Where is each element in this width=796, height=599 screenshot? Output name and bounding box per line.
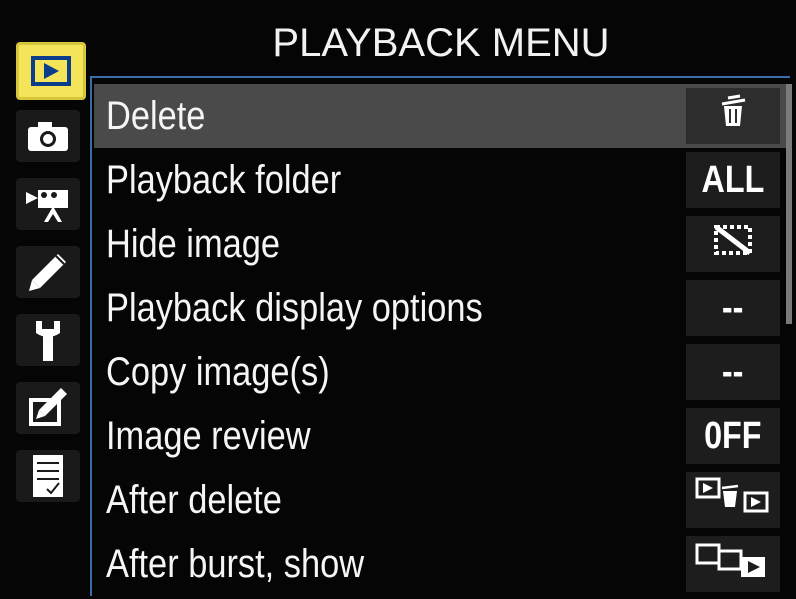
- menu-item-label: Playback folder: [106, 158, 342, 202]
- menu-item-value: [686, 536, 780, 592]
- menu-item-label: Playback display options: [106, 286, 483, 330]
- menu-scrollbar[interactable]: [786, 84, 792, 324]
- retouch-tab[interactable]: [16, 382, 80, 434]
- menu-item-after-burst-show[interactable]: After burst, show: [94, 532, 788, 596]
- my-menu-tab[interactable]: [16, 450, 80, 502]
- custom-settings-tab[interactable]: [16, 246, 80, 298]
- menu-item-value: 0FF: [686, 408, 780, 464]
- after-delete-icon: [693, 475, 773, 525]
- menu-item-value: ALL: [686, 152, 780, 208]
- menu-item-value: [686, 472, 780, 528]
- after-burst-icon: [693, 539, 773, 589]
- trash-icon: [718, 94, 748, 138]
- pencil-tab-icon: [26, 250, 70, 294]
- menu-frame-top: [90, 76, 790, 78]
- menu-title: PLAYBACK MENU: [272, 21, 610, 65]
- my-menu-tab-icon: [27, 453, 69, 499]
- menu-item-value: [686, 216, 780, 272]
- menu-item-label: Copy image(s): [106, 350, 330, 394]
- playback-menu-list: Delete Playback folder ALL Hide image Pl…: [94, 84, 788, 599]
- playback-tab[interactable]: [16, 42, 86, 100]
- menu-item-hide-image[interactable]: Hide image: [94, 212, 788, 276]
- menu-item-value: --: [686, 280, 780, 336]
- retouch-tab-icon: [25, 386, 71, 430]
- movie-tab[interactable]: [16, 178, 80, 230]
- shooting-tab[interactable]: [16, 110, 80, 162]
- menu-item-label: After delete: [106, 478, 282, 522]
- menu-item-image-review[interactable]: Image review 0FF: [94, 404, 788, 468]
- menu-frame-left: [90, 76, 92, 596]
- menu-item-playback-folder[interactable]: Playback folder ALL: [94, 148, 788, 212]
- menu-item-label: Hide image: [106, 222, 281, 266]
- movie-tab-icon: [24, 184, 72, 224]
- menu-item-after-delete[interactable]: After delete: [94, 468, 788, 532]
- menu-item-label: Image review: [106, 414, 311, 458]
- camera-tab-icon: [24, 118, 72, 154]
- menu-item-value: [686, 88, 780, 144]
- setup-tab[interactable]: [16, 314, 80, 366]
- menu-item-playback-display-options[interactable]: Playback display options --: [94, 276, 788, 340]
- menu-item-label: Delete: [106, 94, 206, 138]
- menu-item-copy-images[interactable]: Copy image(s) --: [94, 340, 788, 404]
- menu-item-value: --: [686, 344, 780, 400]
- menu-item-label: After burst, show: [106, 542, 365, 586]
- menu-tab-column: [16, 42, 88, 532]
- menu-item-delete[interactable]: Delete: [94, 84, 788, 148]
- playback-tab-icon: [31, 56, 71, 86]
- camera-menu-screen: PLAYBACK MENU Delete Playback folder ALL…: [0, 0, 796, 599]
- wrench-tab-icon: [26, 317, 70, 363]
- hide-image-icon: [713, 223, 753, 266]
